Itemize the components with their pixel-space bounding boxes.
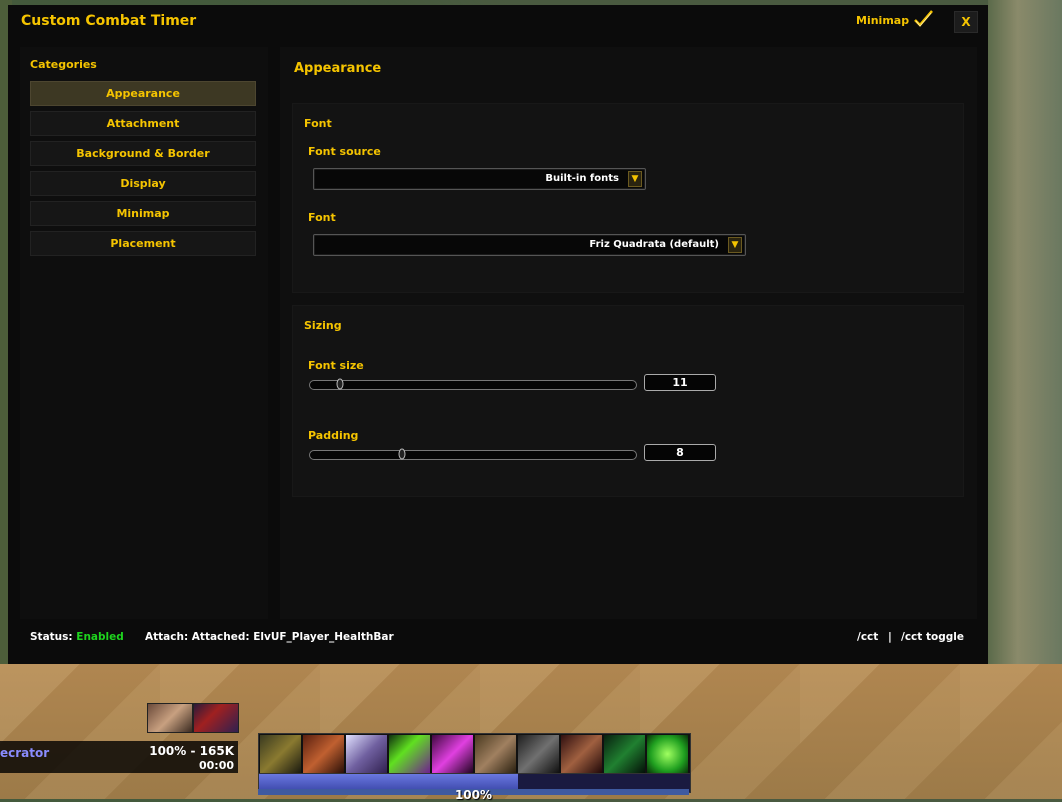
slider-thumb[interactable]: [398, 447, 406, 461]
action-slot-9[interactable]: [604, 735, 645, 773]
action-bar: [258, 733, 691, 775]
sidebar-item-attachment[interactable]: Attachment: [30, 111, 256, 136]
action-slot-4[interactable]: [389, 735, 430, 773]
action-slot-10[interactable]: [647, 735, 688, 773]
padding-input[interactable]: 8: [644, 444, 716, 461]
window-title: Custom Combat Timer: [21, 13, 197, 29]
slider-thumb[interactable]: [336, 377, 344, 391]
action-slot-1[interactable]: [260, 735, 301, 773]
font-size-label: Font size: [308, 359, 364, 372]
action-slot-8[interactable]: [561, 735, 602, 773]
combat-timer: 00:00: [198, 759, 234, 772]
cct-toggle-command: /cct toggle: [901, 631, 964, 643]
status-label: Status: Enabled: [30, 631, 124, 643]
buff-icon[interactable]: [147, 703, 193, 733]
padding-slider[interactable]: [309, 447, 637, 461]
action-slot-5[interactable]: [432, 735, 473, 773]
font-group: Font Font source Built-in fonts ▼ Font F…: [292, 103, 964, 293]
minimap-toggle-label: Minimap: [856, 14, 910, 27]
title-bar[interactable]: Custom Combat Timer Minimap X: [8, 5, 988, 37]
settings-panel: Appearance Font Font source Built-in fon…: [280, 47, 977, 619]
action-slot-6[interactable]: [475, 735, 516, 773]
page-title: Appearance: [294, 61, 382, 76]
sizing-group: Sizing Font size 11 Padding 8: [292, 305, 964, 497]
minimap-checkbox[interactable]: [912, 9, 934, 29]
font-source-label: Font source: [308, 145, 381, 158]
buff-icon[interactable]: [193, 703, 239, 733]
background-scenery-right: [988, 0, 1062, 664]
sidebar-item-background-border[interactable]: Background & Border: [30, 141, 256, 166]
sidebar-item-appearance[interactable]: Appearance: [30, 81, 256, 106]
attach-status: Attach: Attached: ElvUF_Player_HealthBar: [145, 631, 394, 643]
cast-percent-container: 100%: [258, 779, 689, 802]
font-group-title: Font: [304, 117, 332, 130]
cast-percent: 100%: [454, 788, 493, 802]
sizing-group-title: Sizing: [304, 319, 342, 332]
sidebar-item-placement[interactable]: Placement: [30, 231, 256, 256]
font-size-input[interactable]: 11: [644, 374, 716, 391]
sidebar-item-display[interactable]: Display: [30, 171, 256, 196]
cct-command: /cct: [857, 631, 879, 643]
dropdown-arrow-icon[interactable]: ▼: [628, 171, 642, 187]
font-source-value: Built-in fonts: [545, 173, 619, 184]
status-value: Enabled: [76, 631, 124, 643]
font-size-slider[interactable]: [309, 377, 637, 391]
sidebar-item-minimap[interactable]: Minimap: [30, 201, 256, 226]
status-bar: Status: Enabled Attach: Attached: ElvUF_…: [8, 626, 988, 650]
command-separator: |: [888, 631, 892, 643]
categories-sidebar: Categories Appearance Attachment Backgro…: [20, 47, 268, 619]
font-dropdown[interactable]: Friz Quadrata (default) ▼: [313, 234, 746, 256]
font-source-dropdown[interactable]: Built-in fonts ▼: [313, 168, 646, 190]
action-slot-3[interactable]: [346, 735, 387, 773]
action-slot-2[interactable]: [303, 735, 344, 773]
sidebar-title: Categories: [30, 58, 97, 71]
settings-window: Custom Combat Timer Minimap X Categories…: [8, 5, 988, 664]
padding-label: Padding: [308, 429, 359, 442]
font-value: Friz Quadrata (default): [589, 239, 719, 250]
unit-health: 100% - 165K: [149, 744, 234, 758]
unit-name: ecrator: [0, 746, 50, 760]
close-button[interactable]: X: [954, 11, 978, 33]
target-unit-frame[interactable]: ecrator 100% - 165K 00:00: [0, 741, 238, 773]
action-slot-7[interactable]: [518, 735, 559, 773]
dropdown-arrow-icon[interactable]: ▼: [728, 237, 742, 253]
font-label: Font: [308, 211, 336, 224]
